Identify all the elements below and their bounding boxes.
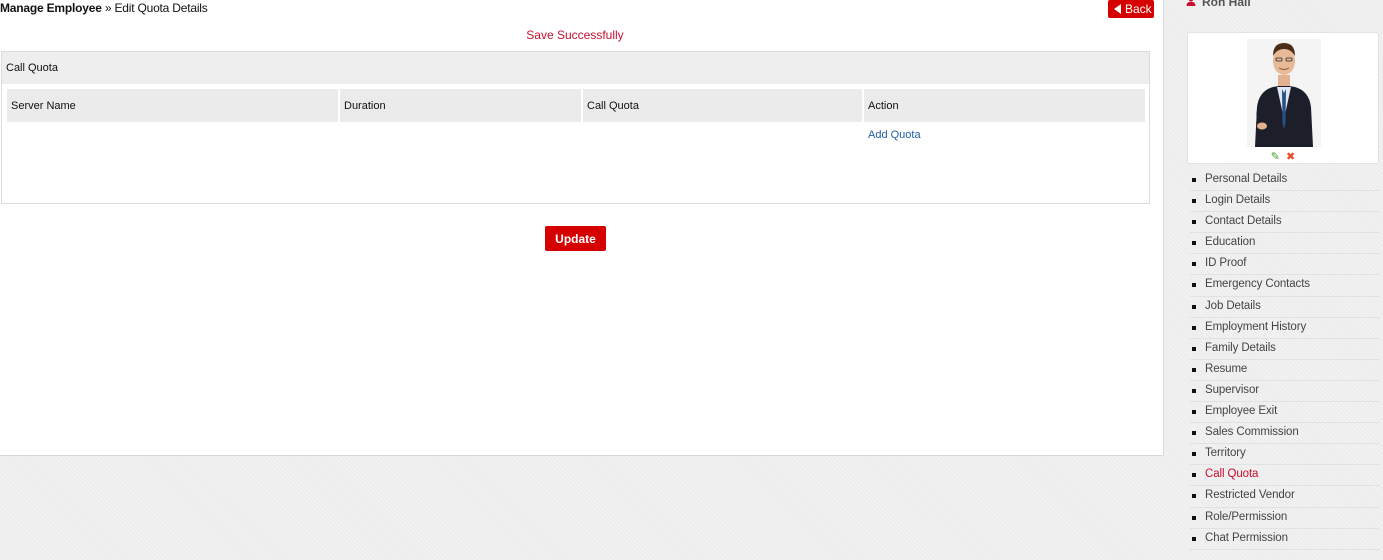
sidebar-item-contact-details[interactable]: Contact Details	[1190, 212, 1380, 234]
profile-card: ✎ ✖	[1187, 32, 1379, 164]
close-icon[interactable]: ✖	[1286, 151, 1295, 163]
sidebar-item-call-quota[interactable]: Call Quota	[1190, 465, 1380, 487]
sidebar-item-supervisor[interactable]: Supervisor	[1190, 381, 1380, 403]
sidebar-item-id-proof[interactable]: ID Proof	[1190, 254, 1380, 276]
user-name-header: Ron Hall	[1186, 0, 1251, 9]
panel-title: Call Quota	[2, 52, 1149, 84]
main-content: Manage Employee » Edit Quota Details Bac…	[0, 0, 1164, 456]
update-button[interactable]: Update	[545, 226, 606, 251]
sidebar-item-resume[interactable]: Resume	[1190, 360, 1380, 381]
column-header-server-name: Server Name	[7, 89, 340, 122]
breadcrumb-current: Edit Quota Details	[114, 1, 208, 15]
table-row: Add Quota	[7, 122, 1145, 148]
profile-photo	[1247, 39, 1321, 147]
table-header-row: Server Name Duration Call Quota Action	[7, 89, 1145, 122]
sidebar-item-sales-commission[interactable]: Sales Commission	[1190, 423, 1380, 445]
user-name: Ron Hall	[1202, 0, 1251, 9]
column-header-duration: Duration	[340, 89, 583, 122]
sidebar-item-chat-permission[interactable]: Chat Permission	[1190, 529, 1380, 550]
cell-duration	[340, 122, 583, 148]
sidebar-item-employment-history[interactable]: Employment History	[1190, 318, 1380, 339]
left-triangle-icon	[1114, 4, 1121, 14]
pencil-icon[interactable]: ✎	[1271, 151, 1280, 163]
sidebar-item-emergency-contacts[interactable]: Emergency Contacts	[1190, 275, 1380, 297]
user-icon	[1186, 0, 1196, 6]
column-header-call-quota: Call Quota	[583, 89, 864, 122]
cell-action: Add Quota	[864, 122, 1145, 148]
breadcrumb-separator: »	[101, 1, 115, 15]
side-menu: Personal Details Login Details Contact Det…	[1190, 170, 1380, 550]
breadcrumb: Manage Employee » Edit Quota Details	[0, 1, 208, 15]
sidebar-item-family-details[interactable]: Family Details	[1190, 339, 1380, 360]
cell-server-name	[7, 122, 340, 148]
quota-table: Server Name Duration Call Quota Action A…	[7, 89, 1145, 148]
breadcrumb-parent[interactable]: Manage Employee	[0, 1, 102, 15]
sidebar-item-territory[interactable]: Territory	[1190, 444, 1380, 466]
status-message: Save Successfully	[526, 28, 624, 42]
add-quota-link[interactable]: Add Quota	[868, 129, 921, 141]
cell-call-quota	[583, 122, 864, 148]
sidebar-item-restricted-vendor[interactable]: Restricted Vendor	[1190, 486, 1380, 508]
sidebar-item-role-permission[interactable]: Role/Permission	[1190, 508, 1380, 529]
column-header-action: Action	[864, 89, 1145, 122]
sidebar-item-education[interactable]: Education	[1190, 233, 1380, 255]
call-quota-panel: Call Quota Server Name Duration Call Quo…	[1, 51, 1150, 204]
sidebar-item-employee-exit[interactable]: Employee Exit	[1190, 402, 1380, 424]
sidebar-item-personal-details[interactable]: Personal Details	[1190, 170, 1380, 192]
back-button[interactable]: Back	[1108, 0, 1154, 18]
back-button-label: Back	[1125, 2, 1152, 16]
profile-actions: ✎ ✖	[1188, 150, 1378, 163]
sidebar-item-login-details[interactable]: Login Details	[1190, 191, 1380, 213]
sidebar-item-job-details[interactable]: Job Details	[1190, 297, 1380, 318]
